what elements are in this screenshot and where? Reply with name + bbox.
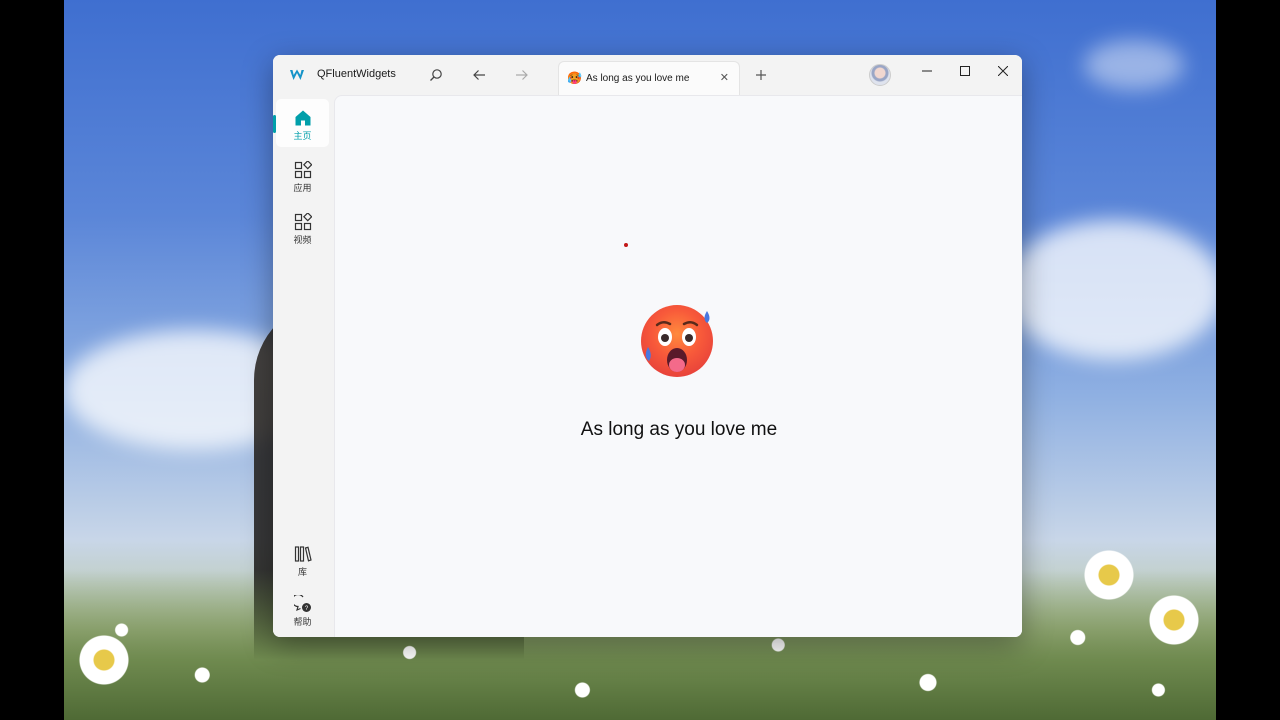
apps-icon	[294, 161, 312, 179]
minimize-icon[interactable]	[909, 59, 945, 83]
sidebar-item-label: 视频	[293, 235, 312, 245]
hot-face-icon	[641, 305, 713, 377]
close-icon[interactable]	[985, 59, 1021, 83]
arrow-right-icon[interactable]	[512, 65, 532, 85]
tab-as-long-as-you-love-me[interactable]: 🥵 As long as you love me ✕	[558, 61, 740, 95]
home-icon	[295, 110, 310, 126]
avatar[interactable]	[869, 64, 891, 86]
sidebar-item-help[interactable]: ? 帮助	[276, 585, 329, 633]
main-content: As long as you love me	[334, 95, 1022, 637]
tab-label: As long as you love me	[586, 73, 690, 84]
flower	[64, 620, 144, 700]
help-icon: ?	[293, 595, 311, 612]
search-icon[interactable]	[426, 65, 446, 85]
plus-icon[interactable]	[751, 65, 771, 85]
active-indicator	[273, 115, 276, 133]
sidebar-item-label: 主页	[293, 131, 312, 141]
sidebar-item-video[interactable]: 视频	[276, 203, 329, 251]
app-window: QFluentWidgets 🥵 As long as you love me …	[273, 55, 1022, 637]
sidebar-item-library[interactable]: 库	[276, 535, 329, 583]
maximize-icon[interactable]	[947, 59, 983, 83]
flower	[1074, 540, 1144, 610]
title-bar[interactable]: QFluentWidgets 🥵 As long as you love me …	[273, 55, 1022, 95]
cursor-dot	[624, 243, 628, 247]
cloud	[1084, 40, 1184, 90]
apps-icon	[294, 213, 312, 231]
app-logo-icon	[290, 69, 304, 80]
sidebar-item-apps[interactable]: 应用	[276, 151, 329, 199]
sidebar: 主页 应用 视频 库 ? 帮助	[273, 95, 333, 637]
sidebar-item-home[interactable]: 主页	[273, 99, 329, 147]
app-title: QFluentWidgets	[317, 68, 396, 80]
sidebar-item-label: 应用	[293, 183, 312, 193]
main-message: As long as you love me	[580, 419, 778, 440]
flower	[1144, 590, 1204, 650]
sidebar-item-label: 库	[297, 567, 307, 577]
cloud	[1004, 220, 1216, 360]
library-icon	[294, 546, 312, 562]
hot-face-icon: 🥵	[567, 71, 582, 85]
close-tab-icon[interactable]: ✕	[720, 71, 729, 84]
screen: QFluentWidgets 🥵 As long as you love me …	[0, 0, 1280, 720]
sidebar-item-label: 帮助	[293, 617, 312, 627]
arrow-left-icon[interactable]	[469, 65, 489, 85]
